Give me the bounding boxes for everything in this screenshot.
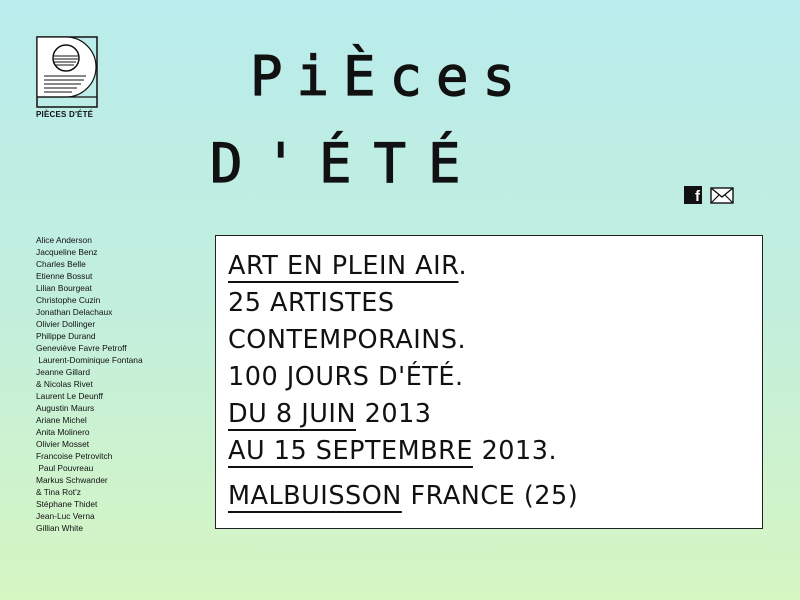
line-1-text: . [458,251,468,281]
facebook-icon[interactable]: f [684,186,702,204]
artist-link[interactable]: Markus Schwander [36,474,143,486]
line-1-link[interactable]: ART EN PLEIN AIR [228,251,458,281]
site-logo[interactable]: PIÈCES D'ÉTÉ [36,36,98,119]
artist-link[interactable]: Laurent Le Deunff [36,390,143,402]
artist-link[interactable]: Gillian White [36,522,143,534]
artist-link[interactable]: & Tina Rot'z [36,486,143,498]
artist-link[interactable]: Augustin Maurs [36,402,143,414]
artist-link[interactable]: Francoise Petrovitch [36,450,143,462]
line-6-link[interactable]: AU 15 SEPTEMBRE [228,436,473,466]
line-7-text: FRANCE (25) [401,481,579,511]
artist-list: Alice Anderson Jacqueline Benz Charles Bel… [36,234,143,534]
title-line-2: D'ÉTÉ [210,132,483,195]
announcement-line-1: ART EN PLEIN AIR. [228,248,578,285]
logo-label: PIÈCES D'ÉTÉ [36,110,94,119]
artist-link[interactable]: Laurent-Dominique Fontana [36,354,142,366]
line-7-link[interactable]: MALBUISSON [228,481,402,511]
announcement-line-2: 25 ARTISTES [228,288,395,318]
site-title: PiÈces D'ÉTÉ [209,44,529,195]
announcement-panel: ART EN PLEIN AIR. 25 ARTISTES CONTEMPORA… [215,235,763,529]
artist-link[interactable]: Stéphane Thidet [36,498,143,510]
artist-link[interactable]: Olivier Dollinger [36,318,143,330]
announcement-line-4: 100 JOURS D'ÉTÉ. [228,362,464,392]
announcement-line-6: AU 15 SEPTEMBRE 2013. [228,433,578,470]
artist-link[interactable]: Jacqueline Benz [36,246,143,258]
artist-link[interactable]: Lilian Bourgeat [36,282,143,294]
line-5-text: 2013 [356,399,432,429]
line-5-link[interactable]: DU 8 JUIN [228,399,356,429]
artist-link[interactable]: Geneviève Favre Petroff [36,342,143,354]
social-links: f [684,186,734,204]
mail-icon[interactable] [710,186,734,204]
artist-link[interactable]: Christophe Cuzin [36,294,143,306]
line-6-text: 2013. [472,436,558,466]
logo-mark [36,36,98,108]
artist-link[interactable]: Olivier Mosset [36,438,143,450]
artist-link[interactable]: Anita Molinero [36,426,143,438]
announcement-line-3: CONTEMPORAINS. [228,325,467,355]
artist-link[interactable]: Philippe Durand [36,330,143,342]
artist-link[interactable]: Etienne Bossut [36,270,143,282]
title-line-1: PiÈces [250,45,529,108]
artist-link[interactable]: Jeanne Gillard [36,366,143,378]
artist-link[interactable]: & Nicolas Rivet [36,378,143,390]
artist-link[interactable]: Jean-Luc Verna [36,510,143,522]
announcement-line-5: DU 8 JUIN 2013 [228,396,578,433]
artist-link[interactable]: Jonathan Delachaux [36,306,143,318]
artist-link[interactable]: Charles Belle [36,258,143,270]
artist-link[interactable]: Paul Pouvreau [36,462,143,474]
announcement-line-7: MALBUISSON FRANCE (25) [228,478,578,515]
artist-link[interactable]: Alice Anderson [36,234,143,246]
artist-link[interactable]: Ariane Michel [36,414,143,426]
